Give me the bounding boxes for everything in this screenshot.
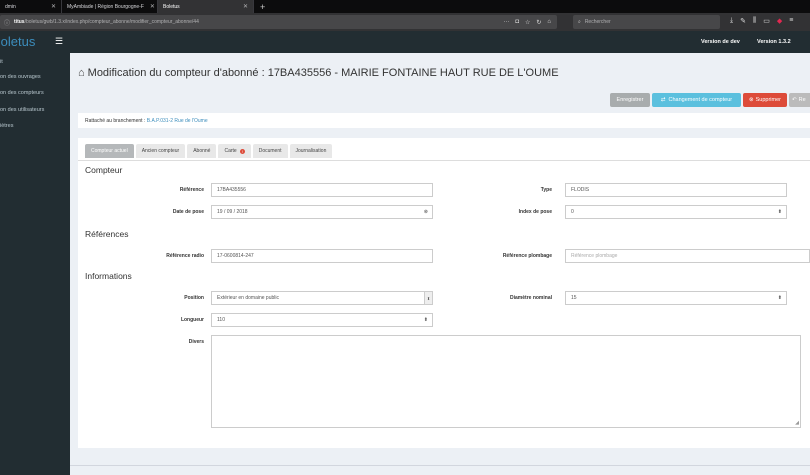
date-pose-input[interactable]: 19 / 09 / 2018 ⊗ (211, 205, 433, 219)
tab-document[interactable]: Document (252, 144, 288, 158)
close-icon[interactable]: ✕ (144, 3, 155, 10)
spin-arrows-icon: ⇄ (660, 97, 666, 103)
type-input[interactable]: FLODIS (565, 183, 787, 197)
close-icon[interactable]: ✕ (45, 3, 56, 10)
url-path: /boletus/gwb/1.3.x/index.php/compteur_ab… (24, 19, 199, 25)
delete-button[interactable]: ⊗ Supprimer (743, 93, 787, 107)
sidebar-item[interactable]: it (0, 59, 3, 65)
search-input[interactable]: ⌕ Rechercher (573, 15, 720, 29)
more-icon[interactable]: ··· (503, 19, 509, 26)
version-number: Version 1.3.2 (757, 39, 791, 45)
date-pose-label: Date de pose (172, 209, 204, 215)
search-placeholder: Rechercher (584, 19, 611, 25)
pocket-icon[interactable]: ◘ (515, 19, 519, 26)
browser-icons: ⤓ ✎ ⫼ ▭ ◆ ≡ (730, 17, 793, 25)
position-label: Position (184, 295, 204, 301)
longueur-input[interactable]: 110 ⬍ (211, 313, 433, 327)
sidebar-toggle-icon[interactable]: ▭ (763, 17, 770, 25)
tab-journalisation[interactable]: Journalisation (289, 144, 333, 158)
ref-radio-input[interactable]: 17-0600814-247 (211, 249, 433, 263)
brand-logo[interactable]: Boletus (0, 34, 35, 49)
star-icon[interactable]: ☆ (525, 19, 530, 26)
section-informations: Informations (85, 271, 132, 281)
branchement-link[interactable]: B.A.P.031-2 Rue de l'Oume (147, 118, 208, 124)
browser-tab[interactable]: MyAmbiade | Région Bourgogne-F ✕ (62, 0, 158, 13)
tab-ancien-compteur[interactable]: Ancien compteur (135, 144, 186, 158)
sidebar: it on des ouvrages on des compteurs on d… (0, 53, 70, 475)
browser-tab-active[interactable]: Boletus ✕ (158, 0, 254, 13)
download-icon[interactable]: ⤓ (730, 17, 733, 25)
tools-icon[interactable]: ✎ (740, 17, 746, 25)
form-tabs: Compteur actuel Ancien compteur Abonné C… (85, 144, 333, 158)
browser-tab-label: dmin (5, 3, 16, 10)
section-compteur: Compteur (85, 165, 123, 175)
index-pose-label: Index de pose (518, 209, 552, 215)
longueur-label: Longueur (180, 317, 204, 323)
library-icon[interactable]: ⫼ (753, 17, 756, 25)
back-button[interactable]: ↶ Re (789, 93, 810, 107)
tab-abonne[interactable]: Abonné (187, 144, 217, 158)
browser-tab-label: MyAmbiade | Région Bourgogne-F (67, 3, 144, 10)
extension-icon[interactable]: ◆ (777, 17, 782, 25)
position-select[interactable]: Extérieur en domaine public ⬍ (211, 291, 433, 305)
browser-tab[interactable]: dmin ✕ (0, 0, 62, 13)
stepper-arrows-icon[interactable]: ⬍ (424, 317, 432, 323)
sidebar-item-utilisateurs[interactable]: on des utilisateurs (0, 107, 44, 113)
stepper-arrows-icon[interactable]: ⬍ (778, 295, 786, 301)
divers-label: Divers (188, 339, 204, 345)
divers-textarea[interactable]: ◢ (211, 335, 801, 428)
save-button[interactable]: Enregistrer (610, 93, 650, 107)
close-icon[interactable]: ✕ (237, 3, 248, 10)
hamburger-menu-icon[interactable]: ☰ (55, 36, 63, 47)
sidebar-item-compteurs[interactable]: on des compteurs (0, 90, 44, 96)
sidebar-item-parametres[interactable]: iètres (0, 123, 13, 129)
ref-radio-label: Référence radio (166, 253, 204, 259)
new-tab-button[interactable]: + (254, 0, 271, 13)
trash-icon: ⊗ (749, 97, 754, 103)
resize-handle-icon[interactable]: ◢ (795, 420, 799, 426)
section-references: Références (85, 229, 129, 239)
type-label: Type (540, 187, 552, 193)
stepper-arrows-icon[interactable]: ⬍ (778, 209, 786, 215)
app-header: Boletus ☰ Version de dev Version 1.3.2 (0, 31, 810, 53)
reload-icon[interactable]: ↻ (536, 19, 541, 26)
tab-divider (78, 160, 810, 161)
main-content: ⌂ Modification du compteur d'abonné : 17B… (70, 53, 810, 475)
sidebar-item-ouvrages[interactable]: on des ouvrages (0, 74, 41, 80)
home-icon: ⌂ (78, 67, 85, 79)
footer-divider (70, 465, 810, 466)
menu-icon[interactable]: ≡ (789, 17, 793, 25)
reference-input[interactable]: 17BA435556 (211, 183, 433, 197)
tab-compteur-actuel[interactable]: Compteur actuel (85, 144, 134, 158)
browser-tab-bar: dmin ✕ MyAmbiade | Région Bourgogne-F ✕ … (0, 0, 810, 13)
ref-plombage-label: Référence plombage (502, 253, 552, 259)
browser-toolbar: ⓘ titus /boletus/gwb/1.3.x/index.php/com… (0, 13, 810, 31)
browser-tab-label: Boletus (163, 3, 180, 10)
version-env: Version de dev (701, 39, 740, 45)
url-bar[interactable]: ⓘ titus /boletus/gwb/1.3.x/index.php/com… (0, 15, 557, 29)
index-pose-input[interactable]: 0 ⬍ (565, 205, 787, 219)
diametre-input[interactable]: 15 ⬍ (565, 291, 787, 305)
change-meter-button[interactable]: ⇄ Changement de compteur (652, 93, 741, 107)
url-host: titus (14, 19, 25, 25)
info-icon[interactable]: ⓘ (4, 18, 10, 27)
clear-circle-icon[interactable]: ⊗ (424, 209, 432, 215)
branchement-box: Rattaché au branchement : B.A.P.031-2 Ru… (78, 113, 810, 128)
diametre-label: Diamètre nominal (510, 295, 552, 301)
rattache-text: Rattaché au branchement : B.A.P.031-2 Ru… (85, 118, 208, 124)
reference-label: Référence (179, 187, 204, 193)
chevron-down-icon: ⬍ (424, 292, 432, 304)
alert-badge: ! (239, 148, 245, 154)
tab-carte[interactable]: Carte! (218, 144, 251, 158)
ref-plombage-input[interactable]: Référence plombage (565, 249, 810, 263)
home-icon[interactable]: ⌂ (547, 19, 551, 26)
page-title: ⌂ Modification du compteur d'abonné : 17B… (78, 67, 559, 79)
meter-form-box: Compteur actuel Ancien compteur Abonné C… (78, 138, 810, 448)
search-icon: ⌕ (578, 19, 581, 25)
back-arrow-icon: ↶ (792, 97, 797, 103)
